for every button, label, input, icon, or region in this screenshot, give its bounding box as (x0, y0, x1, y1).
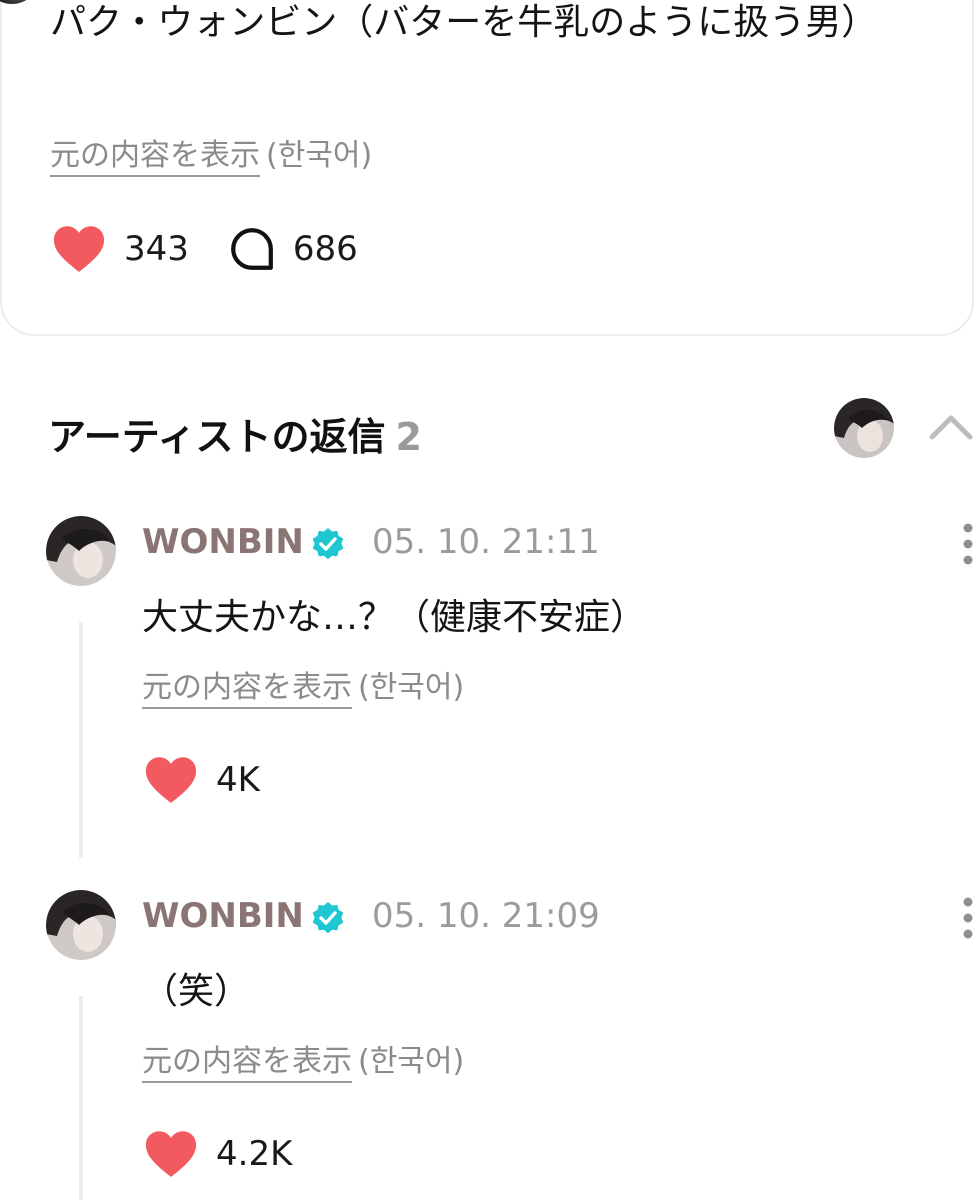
artist-replies-heading: アーティストの返信 2 (48, 406, 422, 461)
artist-avatar[interactable] (834, 398, 894, 458)
reply-text: 大丈夫かな…？（健康不安症） (142, 597, 647, 638)
post-card: パク・ウォンビン（バターを牛乳のように扱う男） 元の内容を表示 (한국어) 343… (0, 0, 974, 336)
heart-icon[interactable] (52, 225, 106, 273)
comment-bubble-icon[interactable] (229, 226, 275, 272)
artist-replies-count: 2 (395, 415, 422, 459)
heart-icon[interactable] (144, 756, 198, 804)
verified-badge-icon (312, 902, 344, 934)
artist-reply: WONBIN 05. 10. 21:09 （笑） 元の内容を表示 (한국어) 4.… (0, 890, 976, 1200)
chevron-up-icon[interactable] (928, 412, 974, 442)
reply-author-name[interactable]: WONBIN (142, 896, 304, 936)
like-count: 4K (216, 760, 260, 800)
reply-avatar[interactable] (46, 890, 116, 960)
reply-likes: 4.2K (144, 1130, 292, 1178)
post-stats: 343 686 (52, 225, 358, 273)
reply-timestamp: 05. 10. 21:11 (372, 522, 600, 562)
reply-translation-toggle[interactable]: 元の内容を表示 (한국어) (142, 662, 465, 709)
show-original-link[interactable]: 元の内容を表示 (50, 138, 260, 177)
heart-icon[interactable] (144, 1130, 198, 1178)
more-vertical-icon[interactable] (960, 522, 976, 566)
comment-count: 686 (292, 229, 358, 269)
artist-replies-title: アーティストの返信 (48, 415, 386, 459)
reply-text: （笑） (142, 971, 251, 1012)
more-vertical-icon[interactable] (960, 896, 976, 940)
show-original-link[interactable]: 元の内容を表示 (142, 670, 352, 709)
reply-author-name[interactable]: WONBIN (142, 522, 304, 562)
reply-thread-line (79, 622, 83, 858)
like-count: 343 (124, 229, 189, 269)
author-avatar[interactable] (0, 0, 40, 4)
post-text: パク・ウォンビン（バターを牛乳のように扱う男） (50, 2, 878, 43)
reply-likes: 4K (144, 756, 260, 804)
reply-avatar[interactable] (46, 516, 116, 586)
like-count: 4.2K (216, 1134, 293, 1174)
verified-badge-icon (312, 528, 344, 560)
artist-reply: WONBIN 05. 10. 21:11 大丈夫かな…？（健康不安症） 元の内容… (0, 516, 976, 866)
original-language-label: (한국어) (266, 138, 373, 173)
reply-timestamp: 05. 10. 21:09 (372, 896, 600, 936)
reply-translation-toggle[interactable]: 元の内容を表示 (한국어) (142, 1036, 465, 1083)
reply-thread-line (79, 996, 83, 1200)
original-language-label: (한국어) (358, 670, 465, 705)
post-translation-toggle[interactable]: 元の内容を表示 (한국어) (50, 130, 373, 177)
original-language-label: (한국어) (358, 1044, 465, 1079)
show-original-link[interactable]: 元の内容を表示 (142, 1044, 352, 1083)
